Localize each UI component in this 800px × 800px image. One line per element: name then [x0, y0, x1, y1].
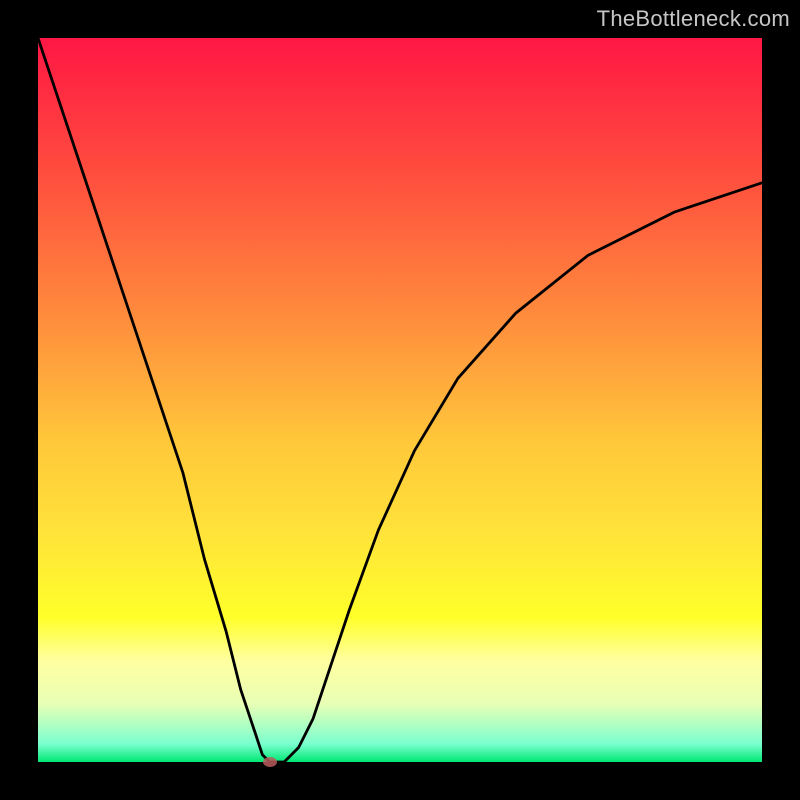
plot-area: [38, 38, 762, 762]
chart-frame: TheBottleneck.com: [0, 0, 800, 800]
optimal-point-marker: [263, 757, 277, 767]
watermark-text: TheBottleneck.com: [597, 6, 790, 32]
bottleneck-curve: [38, 38, 762, 762]
curve-path: [38, 38, 762, 762]
